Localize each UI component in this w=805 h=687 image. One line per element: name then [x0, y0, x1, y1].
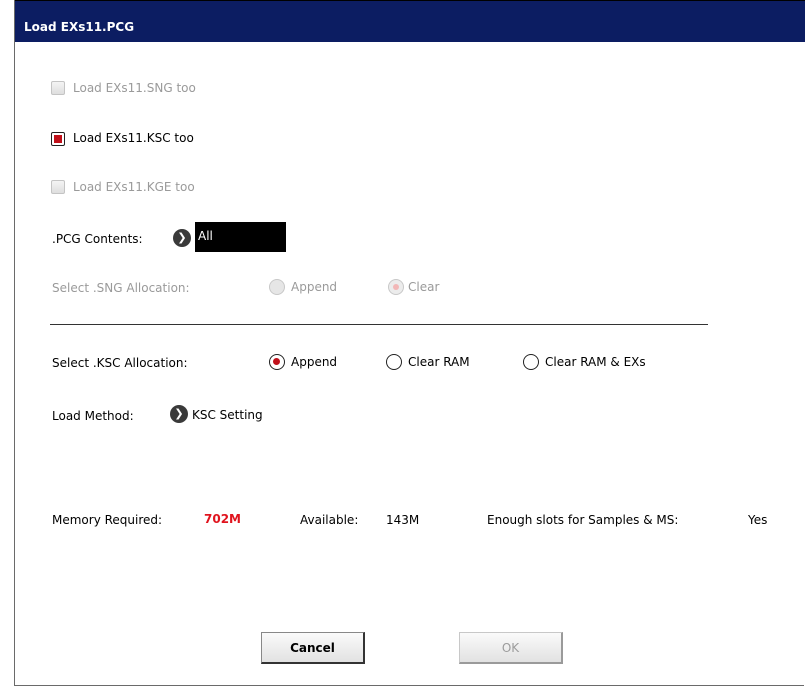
- load-ksc-label: Load EXs11.KSC too: [73, 131, 194, 145]
- slots-value: Yes: [748, 513, 768, 527]
- load-method-label: Load Method:: [52, 409, 134, 423]
- load-method-value[interactable]: KSC Setting: [192, 408, 263, 422]
- ksc-append-radio[interactable]: [269, 354, 285, 370]
- pcg-contents-popup-icon[interactable]: ❯: [173, 229, 191, 247]
- sng-clear-label: Clear: [408, 280, 440, 294]
- sng-allocation-label: Select .SNG Allocation:: [52, 281, 190, 295]
- load-kge-checkbox[interactable]: [51, 180, 65, 194]
- load-dialog: Load EXs11.PCG Load EXs11.SNG too Load E…: [14, 0, 805, 686]
- sng-clear-radio[interactable]: [388, 279, 404, 295]
- load-method-popup-icon[interactable]: ❯: [170, 405, 188, 423]
- pcg-contents-label: .PCG Contents:: [52, 232, 143, 246]
- ok-button[interactable]: OK: [459, 632, 563, 664]
- available-label: Available:: [300, 513, 359, 527]
- available-value: 143M: [386, 513, 420, 527]
- ksc-clear-ram-radio[interactable]: [386, 354, 402, 370]
- cancel-button[interactable]: Cancel: [261, 632, 365, 664]
- memory-required-value: 702M: [204, 512, 241, 526]
- pcg-contents-value[interactable]: All: [195, 222, 286, 252]
- ksc-allocation-label: Select .KSC Allocation:: [52, 356, 188, 370]
- load-sng-checkbox[interactable]: [51, 81, 65, 95]
- section-divider: [50, 324, 708, 325]
- dialog-title: Load EXs11.PCG: [24, 20, 135, 34]
- load-ksc-checkbox[interactable]: [51, 132, 65, 146]
- memory-required-label: Memory Required:: [52, 513, 163, 527]
- ksc-clear-ram-exs-radio[interactable]: [523, 354, 539, 370]
- sng-append-radio[interactable]: [269, 279, 285, 295]
- load-sng-label: Load EXs11.SNG too: [73, 81, 196, 95]
- ksc-append-label: Append: [291, 355, 338, 369]
- slots-label: Enough slots for Samples & MS:: [487, 513, 679, 527]
- dialog-title-bar: Load EXs11.PCG: [15, 0, 805, 42]
- sng-append-label: Append: [291, 280, 338, 294]
- ksc-clear-ram-exs-label: Clear RAM & EXs: [545, 355, 646, 369]
- load-kge-label: Load EXs11.KGE too: [73, 180, 195, 194]
- ksc-clear-ram-label: Clear RAM: [408, 355, 470, 369]
